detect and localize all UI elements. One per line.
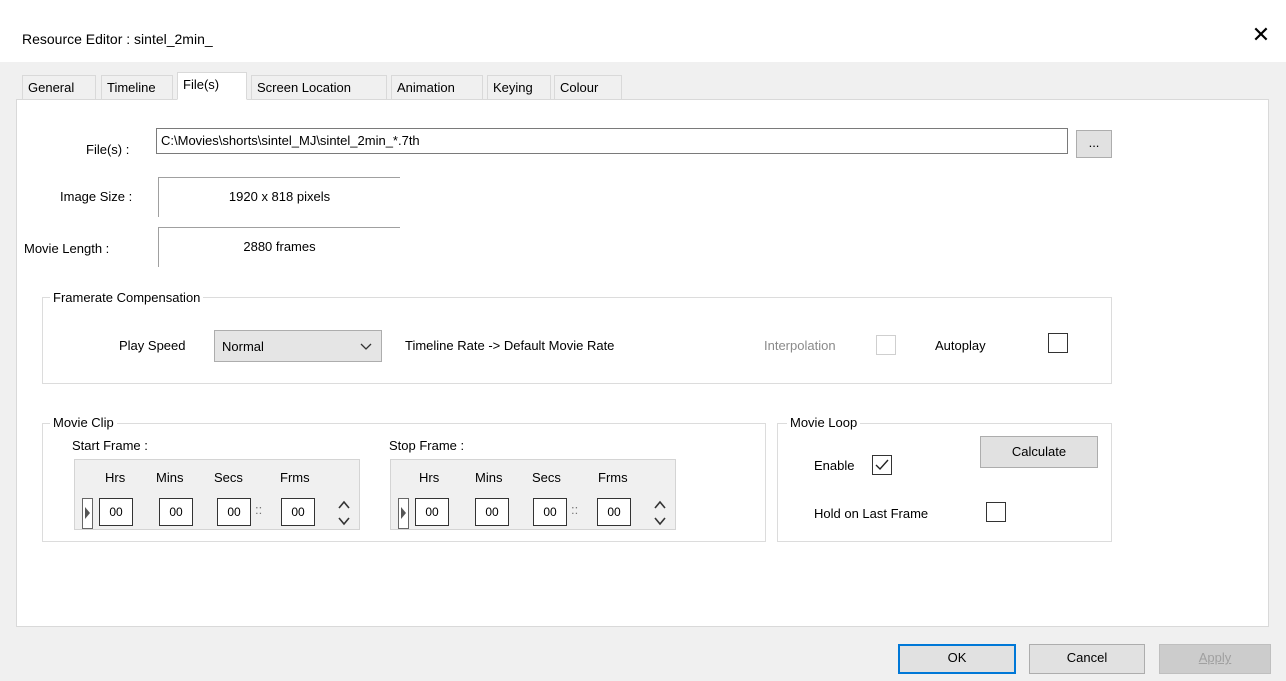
cancel-button[interactable]: Cancel bbox=[1029, 644, 1145, 674]
tab-animation[interactable]: Animation bbox=[391, 75, 483, 99]
checkmark-icon bbox=[875, 459, 889, 471]
start-secs-label: Secs bbox=[214, 470, 243, 485]
interpolation-checkbox[interactable] bbox=[876, 335, 896, 355]
stop-mins-field[interactable]: 00 bbox=[475, 498, 509, 526]
start-frame-timecode: Hrs Mins Secs Frms 00 00 00 :: 00 bbox=[74, 459, 360, 530]
browse-button[interactable]: ... bbox=[1076, 130, 1112, 158]
framerate-title: Framerate Compensation bbox=[50, 290, 204, 305]
autoplay-checkbox[interactable] bbox=[1048, 333, 1068, 353]
autoplay-label: Autoplay bbox=[935, 338, 986, 353]
stop-secs-field[interactable]: 00 bbox=[533, 498, 567, 526]
movie-length-label: Movie Length : bbox=[24, 241, 110, 256]
hold-last-frame-label: Hold on Last Frame bbox=[814, 506, 929, 521]
play-marker-icon[interactable] bbox=[398, 498, 410, 530]
start-frms-label: Frms bbox=[280, 470, 310, 485]
start-hrs-field[interactable]: 00 bbox=[99, 498, 133, 526]
tab-keying[interactable]: Keying bbox=[487, 75, 551, 99]
image-size-label: Image Size : bbox=[60, 189, 133, 204]
play-marker-icon[interactable] bbox=[82, 498, 94, 530]
start-mins-label: Mins bbox=[156, 470, 184, 485]
calculate-button[interactable]: Calculate bbox=[980, 436, 1098, 468]
start-mins-field[interactable]: 00 bbox=[159, 498, 193, 526]
play-speed-value: Normal bbox=[222, 339, 264, 354]
enable-label: Enable bbox=[814, 458, 855, 473]
files-label: File(s) : bbox=[86, 142, 130, 157]
start-frms-field[interactable]: 00 bbox=[281, 498, 315, 526]
stop-mins-label: Mins bbox=[475, 470, 503, 485]
stop-hrs-label: Hrs bbox=[419, 470, 440, 485]
stop-frms-field[interactable]: 00 bbox=[597, 498, 631, 526]
stop-frame-timecode: Hrs Mins Secs Frms 00 00 00 :: 00 bbox=[390, 459, 676, 530]
start-frame-label: Start Frame : bbox=[72, 438, 148, 453]
files-input[interactable]: C:\Movies\shorts\sintel_MJ\sintel_2min_*… bbox=[156, 128, 1068, 154]
start-secs-field[interactable]: 00 bbox=[217, 498, 251, 526]
colon-separator: :: bbox=[571, 502, 579, 517]
updown-spinner-icon[interactable] bbox=[337, 498, 351, 528]
image-size-value: 1920 x 818 pixels bbox=[158, 177, 400, 217]
movie-clip-title: Movie Clip bbox=[50, 415, 117, 430]
ok-button[interactable]: OK bbox=[898, 644, 1016, 674]
window-title: Resource Editor : sintel_2min_ bbox=[22, 31, 213, 47]
tab-colour[interactable]: Colour bbox=[554, 75, 622, 99]
play-speed-label: Play Speed bbox=[119, 338, 186, 353]
hold-last-frame-checkbox[interactable] bbox=[986, 502, 1006, 522]
start-hrs-label: Hrs bbox=[105, 470, 126, 485]
close-icon[interactable]: ✕ bbox=[1248, 22, 1274, 48]
stop-frame-label: Stop Frame : bbox=[389, 438, 465, 453]
tab-general[interactable]: General bbox=[22, 75, 96, 99]
movie-length-value: 2880 frames bbox=[158, 227, 400, 267]
updown-spinner-icon[interactable] bbox=[653, 498, 667, 528]
tab-screen-location[interactable]: Screen Location bbox=[251, 75, 387, 99]
apply-button-label: Apply bbox=[1198, 650, 1232, 665]
tab-timeline[interactable]: Timeline bbox=[101, 75, 173, 99]
interpolation-label: Interpolation bbox=[764, 338, 836, 353]
chevron-down-icon bbox=[360, 343, 372, 350]
movie-loop-title: Movie Loop bbox=[787, 415, 861, 430]
tab-files[interactable]: File(s) bbox=[177, 72, 247, 100]
stop-hrs-field[interactable]: 00 bbox=[415, 498, 449, 526]
play-speed-select[interactable]: Normal bbox=[214, 330, 382, 362]
colon-separator: :: bbox=[255, 502, 263, 517]
apply-button[interactable]: Apply bbox=[1159, 644, 1271, 674]
enable-checkbox[interactable] bbox=[872, 455, 892, 475]
rate-text: Timeline Rate -> Default Movie Rate bbox=[405, 338, 615, 353]
stop-frms-label: Frms bbox=[598, 470, 628, 485]
stop-secs-label: Secs bbox=[532, 470, 561, 485]
